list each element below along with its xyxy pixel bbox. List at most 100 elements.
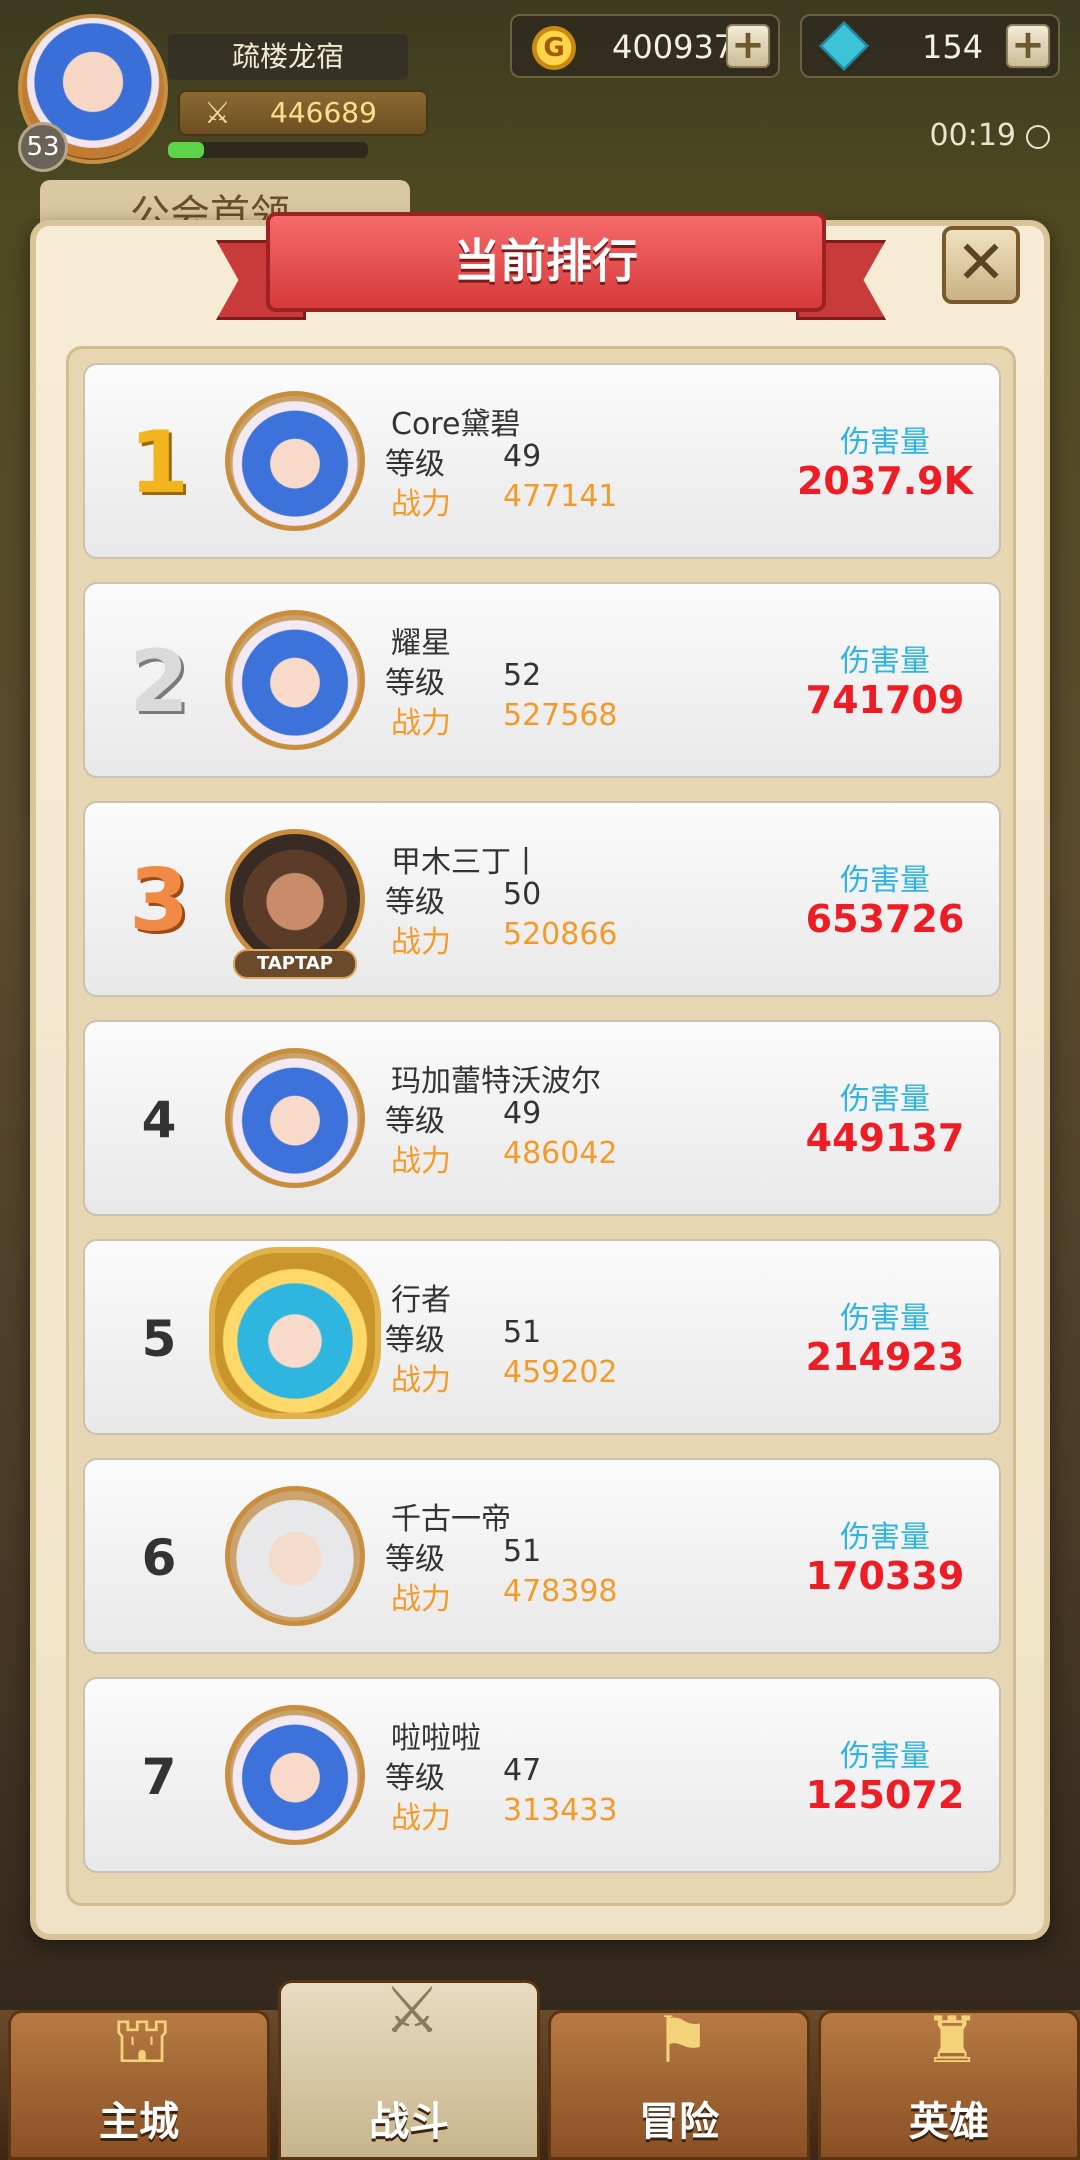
ranking-row[interactable]: 4 玛加蕾特沃波尔 等级 49 战力 486042 伤害量 449137 [83,1020,1001,1216]
player-avatar[interactable] [225,1705,365,1845]
player-name: Core黛碧 [391,407,521,442]
nav-battle-button[interactable]: ⚔ 战斗 [278,1974,540,2160]
timer: 00:19 [930,118,1050,153]
nav-label: 主城 [99,2099,179,2145]
player-name: 耀星 [391,626,451,661]
player-name: 啦啦啦 [391,1721,481,1756]
damage-value: 741709 [805,678,965,722]
damage-label: 伤害量 [840,1520,930,1555]
modal-title: 当前排行 [266,212,826,312]
level-value: 49 [503,439,542,474]
power-value: 478398 [503,1574,618,1609]
power-value: 477141 [503,479,618,514]
power-value: 313433 [503,1793,618,1828]
power-value: 520866 [503,917,618,952]
taptap-tag: TAPTAP [233,949,357,979]
nav-label: 战斗 [369,2099,449,2145]
player-name: 行者 [391,1283,451,1318]
damage-label: 伤害量 [840,644,930,679]
power-label: 战力 [391,1582,451,1617]
ranking-row[interactable]: 7 啦啦啦 等级 47 战力 313433 伤害量 125072 [83,1677,1001,1873]
level-label: 等级 [385,666,445,701]
damage-label: 伤害量 [840,1301,930,1336]
level-label: 等级 [385,1104,445,1139]
nav-adventure-button[interactable]: ⚑ 冒险 [548,2004,810,2160]
rank-number: 5 [141,1310,177,1368]
damage-value: 2037.9K [796,459,974,503]
ranking-row[interactable]: 2 耀星 等级 52 战力 527568 伤害量 741709 [83,582,1001,778]
level-label: 等级 [385,1542,445,1577]
damage-value: 214923 [805,1335,965,1379]
ranking-modal: 当前排行 ✕ 1 Core黛碧 等级 49 战力 477141 伤害量 2037… [30,212,1050,1940]
power-label: 战力 [391,1363,451,1398]
ranking-row[interactable]: 1 Core黛碧 等级 49 战力 477141 伤害量 2037.9K [83,363,1001,559]
player-avatar[interactable] [225,1486,365,1626]
damage-label: 伤害量 [840,863,930,898]
rank-number: 3 [129,851,189,951]
power-label: 战力 [391,925,451,960]
rank-number: 6 [141,1529,177,1587]
timer-text: 00:19 [929,118,1016,153]
player-name: 疏楼龙宿 [168,34,408,80]
gem-value: 154 [922,28,984,66]
level-label: 等级 [385,447,445,482]
ranking-row[interactable]: 6 千古一帝 等级 51 战力 478398 伤害量 170339 [83,1458,1001,1654]
nav-city-button[interactable]: ⛫ 主城 [8,2004,270,2160]
gem-resource: 154 + [800,14,1060,78]
damage-label: 伤害量 [840,1082,930,1117]
player-avatar[interactable] [225,829,365,969]
damage-value: 125072 [805,1773,965,1817]
ranking-row[interactable]: 3 TAPTAP 甲木三丁丨 等级 50 战力 520866 伤害量 65372… [83,801,1001,997]
player-power-value: 446689 [270,96,377,129]
nav-hero-button[interactable]: ♜ 英雄 [818,2004,1080,2160]
rank-number: 7 [141,1748,177,1806]
player-name: 甲木三丁丨 [391,845,541,880]
experience-fill [168,142,204,158]
damage-label: 伤害量 [840,425,930,460]
ranking-list[interactable]: 1 Core黛碧 等级 49 战力 477141 伤害量 2037.9K 2 耀… [66,346,1016,1906]
damage-value: 653726 [805,897,965,941]
gem-icon [819,21,869,71]
player-name: 玛加蕾特沃波尔 [391,1064,601,1099]
damage-label: 伤害量 [840,1739,930,1774]
close-button[interactable]: ✕ [942,226,1020,304]
ranking-row[interactable]: 5 行者 等级 51 战力 459202 伤害量 214923 [83,1239,1001,1435]
level-value: 49 [503,1096,542,1131]
player-level-badge: 53 [18,122,68,172]
hero-icon: ♜ [923,2004,981,2078]
player-avatar[interactable] [225,610,365,750]
add-gem-button[interactable]: + [1006,24,1050,68]
damage-value: 170339 [805,1554,965,1598]
level-label: 等级 [385,885,445,920]
rank-number: 1 [129,413,189,513]
player-avatar[interactable] [225,1048,365,1188]
nav-label: 冒险 [639,2099,719,2145]
add-gold-button[interactable]: + [726,24,770,68]
player-avatar[interactable] [225,391,365,531]
power-value: 459202 [503,1355,618,1390]
adventure-icon: ⚑ [653,2004,711,2078]
level-value: 51 [503,1534,542,1569]
player-avatar-crowned[interactable] [209,1247,381,1419]
damage-value: 449137 [805,1116,965,1160]
gold-value: 400937 [612,28,735,66]
rank-number: 2 [129,632,189,732]
resource-panel: G 400937 + 154 + [510,14,1070,78]
level-value: 47 [503,1753,542,1788]
level-label: 等级 [385,1761,445,1796]
power-value: 486042 [503,1136,618,1171]
clock-icon [1026,124,1050,149]
rank-number: 4 [141,1091,177,1149]
experience-bar [168,142,368,158]
city-icon: ⛫ [112,2004,172,2078]
level-value: 50 [503,877,542,912]
level-value: 52 [503,658,542,693]
power-label: 战力 [391,1144,451,1179]
nav-label: 英雄 [909,2099,989,2145]
power-value: 527568 [503,698,618,733]
level-value: 51 [503,1315,542,1350]
power-label: 战力 [391,1801,451,1836]
power-label: 战力 [391,706,451,741]
player-info-panel: 53 疏楼龙宿 ⚔ 446689 [18,14,458,172]
player-name: 千古一帝 [391,1502,511,1537]
